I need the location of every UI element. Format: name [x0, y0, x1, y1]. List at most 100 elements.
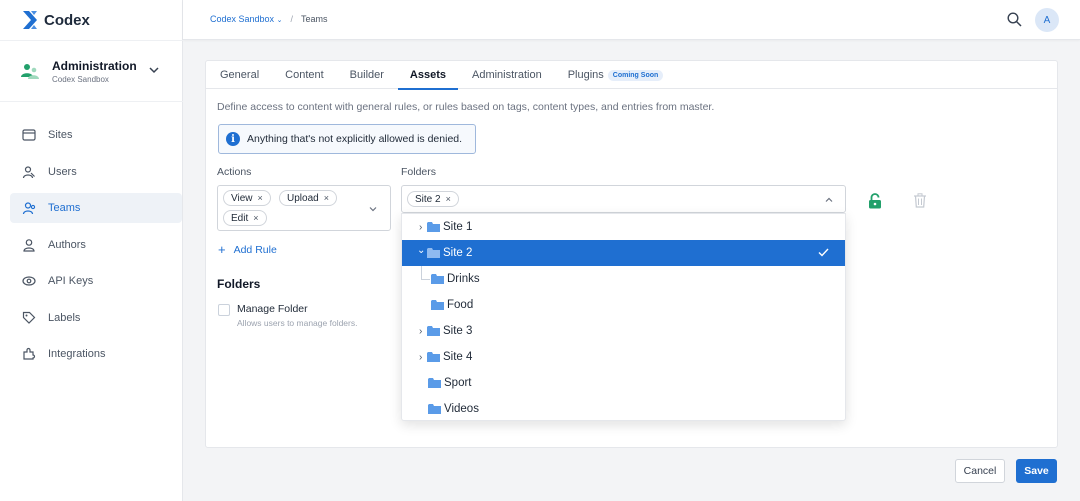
chip-label: Site 2 — [415, 193, 441, 205]
tab-bar: General Content Builder Assets Administr… — [206, 61, 1057, 90]
actions-multiselect[interactable]: View × Upload × Edit × — [217, 185, 391, 231]
chip-label: View — [231, 192, 253, 204]
tab-content[interactable]: Content — [285, 61, 324, 89]
unlock-icon[interactable] — [868, 193, 882, 209]
action-chip-edit: Edit × — [223, 210, 267, 226]
chevron-up-icon[interactable] — [825, 196, 833, 204]
folder-option-label: Videos — [444, 403, 479, 415]
remove-icon[interactable]: × — [253, 213, 258, 223]
chevron-right-icon[interactable]: › — [419, 352, 422, 363]
action-chip-upload: Upload × — [279, 190, 337, 206]
tab-builder[interactable]: Builder — [350, 61, 384, 89]
breadcrumb-current: Teams — [300, 14, 328, 24]
cancel-button[interactable]: Cancel — [955, 459, 1005, 483]
sidebar-item-label: Authors — [48, 238, 86, 251]
search-icon[interactable] — [1007, 12, 1022, 27]
tab-general[interactable]: General — [220, 61, 259, 89]
info-notice: i Anything that's not explicitly allowed… — [218, 124, 476, 154]
api-keys-icon — [22, 276, 36, 286]
remove-icon[interactable]: × — [324, 193, 329, 203]
org-subtitle: Codex Sandbox — [52, 74, 109, 84]
org-title: Administration — [52, 58, 137, 73]
check-icon — [818, 248, 829, 257]
sidebar-item-api-keys[interactable]: API Keys — [10, 266, 182, 296]
tab-assets[interactable]: Assets — [397, 61, 459, 90]
folder-option-label: Site 2 — [443, 247, 473, 259]
tab-administration[interactable]: Administration — [472, 61, 542, 89]
sidebar-item-label: Users — [48, 165, 77, 178]
folder-option-videos[interactable]: Videos — [402, 396, 845, 422]
folder-icon — [428, 378, 441, 388]
folder-icon — [431, 300, 444, 310]
assets-description: Define access to content with general ru… — [217, 101, 715, 113]
users-icon — [22, 165, 35, 178]
folder-option-site-1[interactable]: › Site 1 — [402, 214, 845, 240]
info-notice-text: Anything that's not explicitly allowed i… — [247, 133, 463, 145]
avatar[interactable]: A — [1035, 8, 1059, 32]
chevron-right-icon[interactable]: › — [419, 326, 422, 337]
org-icon — [21, 64, 39, 79]
sidebar-item-teams[interactable]: Teams — [10, 193, 182, 223]
folder-option-drinks[interactable]: Drinks — [402, 266, 845, 292]
folder-option-site-3[interactable]: › Site 3 — [402, 318, 845, 344]
folders-multiselect[interactable]: Site 2 × — [401, 185, 846, 213]
sidebar-item-integrations[interactable]: Integrations — [10, 339, 182, 369]
chevron-down-icon[interactable] — [369, 205, 377, 213]
sidebar-item-sites[interactable]: Sites — [10, 120, 182, 150]
folder-option-site-2[interactable]: ⌄ Site 2 — [402, 240, 845, 266]
app-logo[interactable]: Codex — [22, 9, 90, 31]
chip-label: Upload — [287, 192, 319, 204]
folder-icon — [427, 248, 440, 258]
folders-section-title: Folders — [217, 277, 261, 291]
breadcrumb: Codex Sandbox ⌄ / Teams — [210, 14, 327, 24]
folder-option-food[interactable]: Food — [402, 292, 845, 318]
sites-icon — [22, 129, 36, 141]
folder-option-label: Drinks — [447, 273, 480, 285]
sidebar-item-users[interactable]: Users — [10, 157, 182, 187]
plus-icon: + — [218, 242, 226, 257]
breadcrumb-workspace[interactable]: Codex Sandbox ⌄ — [210, 14, 282, 24]
sidebar-item-authors[interactable]: Authors — [10, 230, 182, 260]
add-rule-button[interactable]: + Add Rule — [218, 242, 277, 257]
folder-icon — [427, 222, 440, 232]
folder-option-label: Site 4 — [443, 351, 473, 363]
sidebar-item-label: API Keys — [48, 275, 94, 287]
breadcrumb-workspace-label: Codex Sandbox — [210, 14, 275, 24]
folder-chip-site-2: Site 2 × — [407, 191, 459, 207]
manage-folder-label: Manage Folder — [237, 303, 308, 315]
folder-icon — [431, 274, 444, 284]
folder-option-site-4[interactable]: › Site 4 — [402, 344, 845, 370]
folder-option-label: Sport — [444, 377, 472, 389]
manage-folder-checkbox[interactable] — [218, 304, 230, 316]
sidebar-item-label: Labels — [48, 311, 81, 324]
sidebar-item-label: Integrations — [48, 348, 106, 360]
teams-icon — [22, 202, 36, 215]
tree-connector — [421, 266, 430, 280]
tab-plugins-label: Plugins — [567, 69, 604, 81]
sidebar-item-label: Teams — [48, 202, 81, 214]
save-button[interactable]: Save — [1016, 459, 1057, 483]
action-chip-view: View × — [223, 190, 271, 206]
remove-icon[interactable]: × — [446, 194, 451, 204]
coming-soon-badge: Coming Soon — [607, 70, 664, 81]
codex-logo-icon — [23, 11, 37, 29]
tab-plugins[interactable]: Plugins Coming Soon — [568, 61, 664, 89]
sidebar-item-label: Sites — [48, 129, 73, 141]
folder-icon — [427, 352, 440, 362]
breadcrumb-separator: / — [290, 14, 293, 24]
app-name: Codex — [44, 11, 90, 29]
folders-label: Folders — [401, 166, 437, 178]
folder-option-sport[interactable]: Sport — [402, 370, 845, 396]
folder-option-label: Food — [447, 299, 474, 311]
org-switcher[interactable]: Administration Codex Sandbox — [0, 40, 183, 102]
sidebar-item-labels[interactable]: Labels — [10, 303, 182, 333]
chevron-down-icon[interactable]: ⌄ — [417, 245, 425, 256]
labels-icon — [22, 311, 36, 324]
chevron-right-icon[interactable]: › — [419, 222, 422, 233]
trash-icon[interactable] — [913, 193, 927, 208]
integrations-icon — [23, 347, 36, 360]
chip-label: Edit — [231, 212, 249, 224]
folder-icon — [427, 326, 440, 336]
chevron-down-icon[interactable] — [149, 65, 159, 75]
remove-icon[interactable]: × — [258, 193, 263, 203]
